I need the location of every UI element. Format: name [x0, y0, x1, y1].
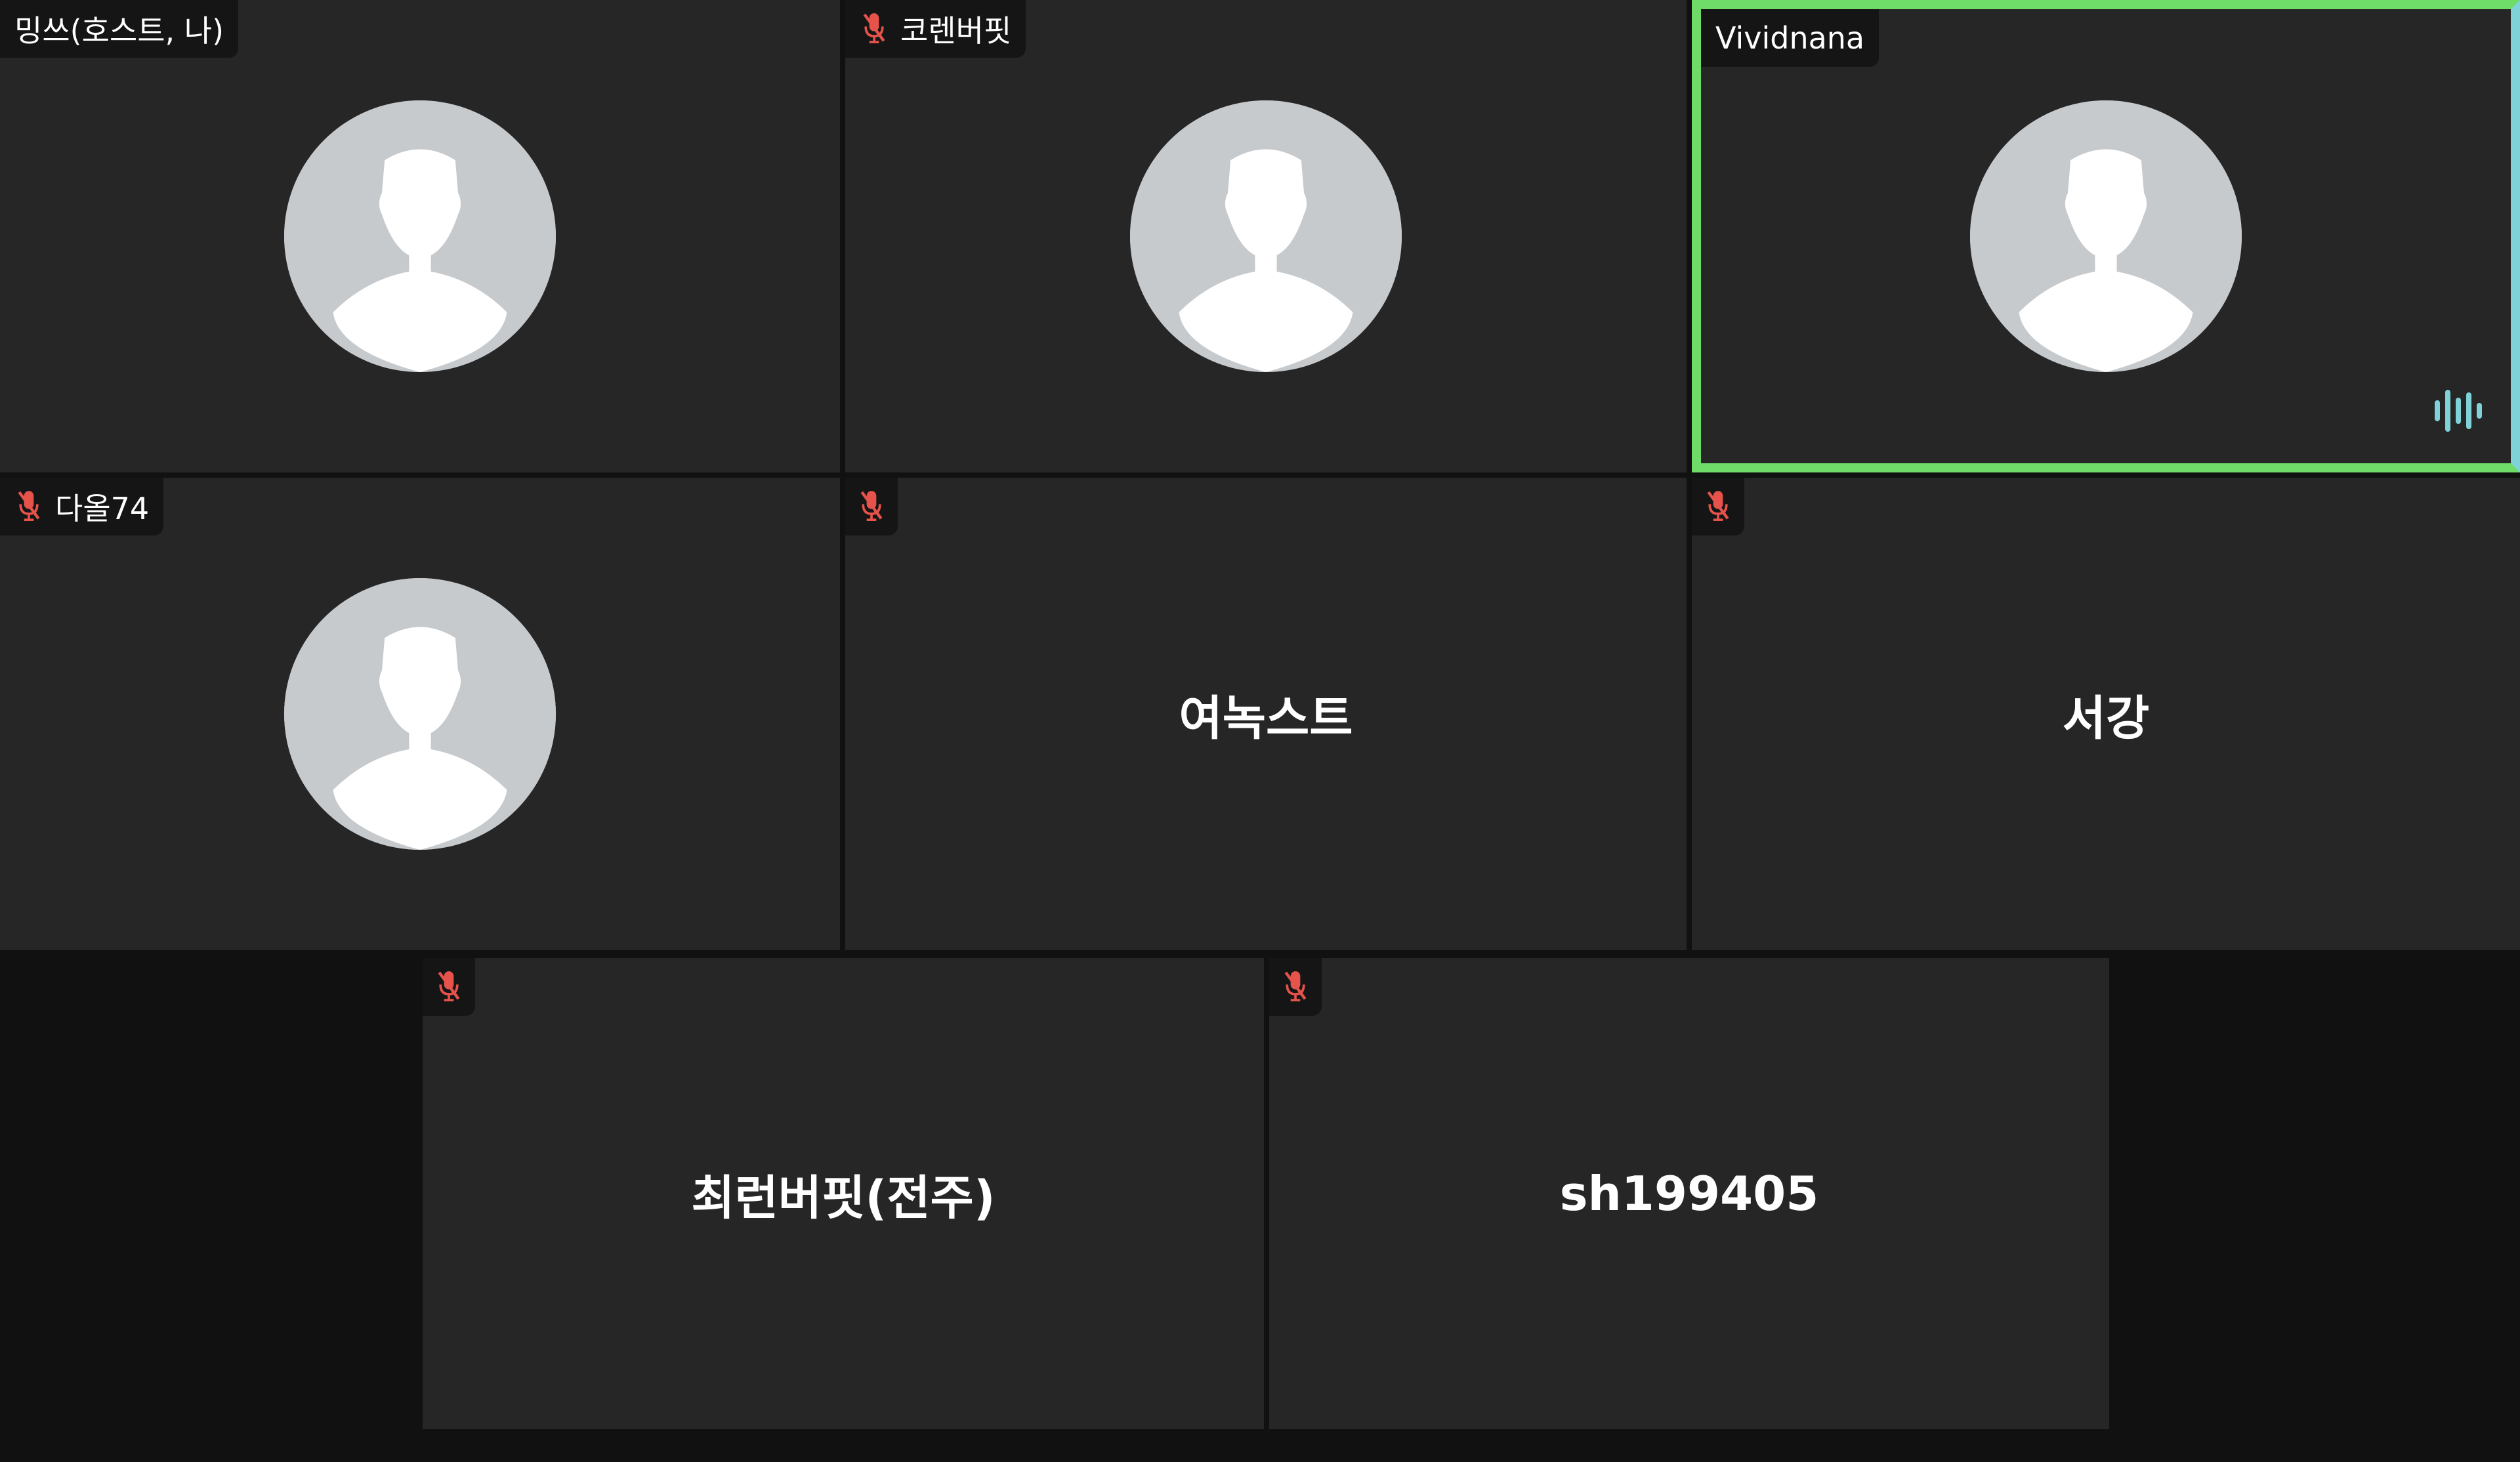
- mic-muted-icon: [863, 13, 885, 43]
- participant-tile[interactable]: 여녹스트: [845, 478, 1687, 950]
- participant-name: 밍쓰(호스트, 나): [14, 13, 224, 49]
- participant-tile[interactable]: 서강: [1692, 478, 2520, 950]
- participant-tile[interactable]: 밍쓰(호스트, 나): [0, 0, 840, 472]
- participant-name: 최런버핏(전주): [691, 1170, 996, 1226]
- participant-name: sh199405: [1559, 1166, 1819, 1221]
- participant-tile[interactable]: 코렌버핏: [845, 0, 1687, 472]
- participant-name-tag: 밍쓰(호스트, 나): [0, 0, 239, 58]
- participant-name-tag: 다올74: [0, 478, 164, 535]
- video-gallery: 밍쓰(호스트, 나) 코렌버핏 Vividnana 다올74 여녹스트 서강 최…: [0, 0, 2520, 1462]
- participant-name: 코렌버핏: [900, 13, 1012, 49]
- participant-tile[interactable]: 다올74: [0, 478, 840, 950]
- participant-name-tag: [423, 958, 475, 1016]
- mic-muted-icon: [1284, 971, 1307, 1001]
- mic-muted-icon: [860, 491, 883, 521]
- participant-name-tag: [1692, 478, 1744, 535]
- participant-name: 서강: [2062, 690, 2150, 746]
- participant-tile[interactable]: 최런버핏(전주): [423, 958, 1264, 1429]
- mic-muted-icon: [18, 491, 40, 521]
- participant-name-tag: [845, 478, 898, 535]
- default-avatar-icon: [284, 578, 556, 850]
- participant-name: 다올74: [55, 491, 150, 526]
- participant-name-tag: 코렌버핏: [845, 0, 1026, 58]
- mic-muted-icon: [1707, 491, 1729, 521]
- default-avatar-icon: [1970, 100, 2242, 372]
- participant-name-tag: Vividnana: [1701, 9, 1880, 67]
- participant-name: 여녹스트: [1179, 690, 1353, 746]
- participant-name: Vividnana: [1715, 20, 1865, 56]
- audio-wave-icon: [2435, 390, 2482, 432]
- default-avatar-icon: [284, 100, 556, 372]
- participant-name-tag: [1269, 958, 1322, 1016]
- active-speaker-tile[interactable]: Vividnana: [1692, 0, 2520, 472]
- participant-tile[interactable]: sh199405: [1269, 958, 2109, 1429]
- mic-muted-icon: [438, 971, 460, 1001]
- default-avatar-icon: [1130, 100, 1402, 372]
